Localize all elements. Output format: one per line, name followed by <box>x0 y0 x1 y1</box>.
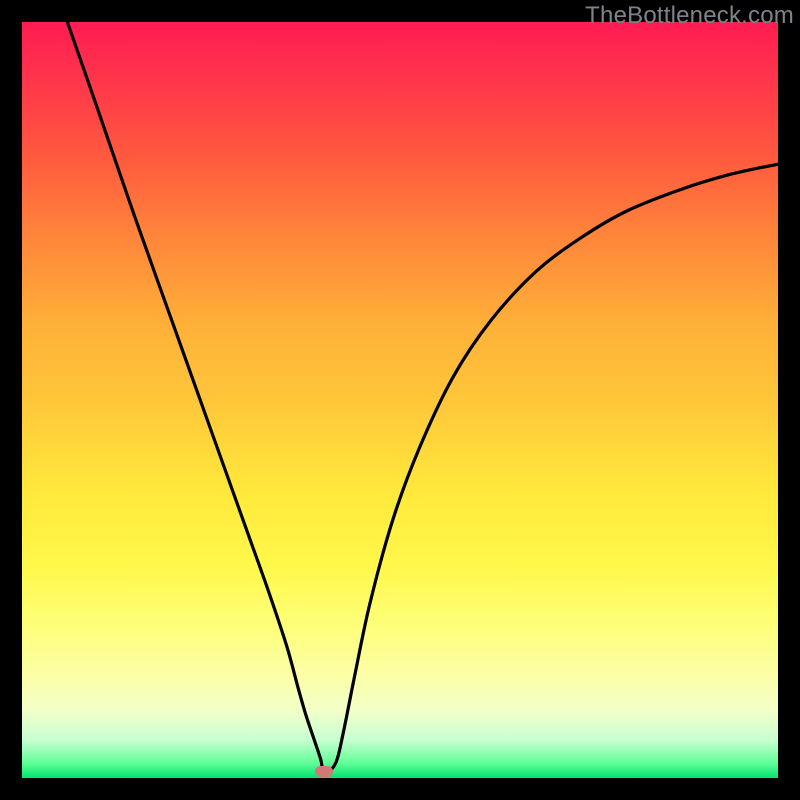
watermark-text: TheBottleneck.com <box>585 2 794 30</box>
bottleneck-curve <box>22 22 778 778</box>
bottleneck-marker <box>315 766 333 777</box>
plot-frame <box>22 22 778 778</box>
